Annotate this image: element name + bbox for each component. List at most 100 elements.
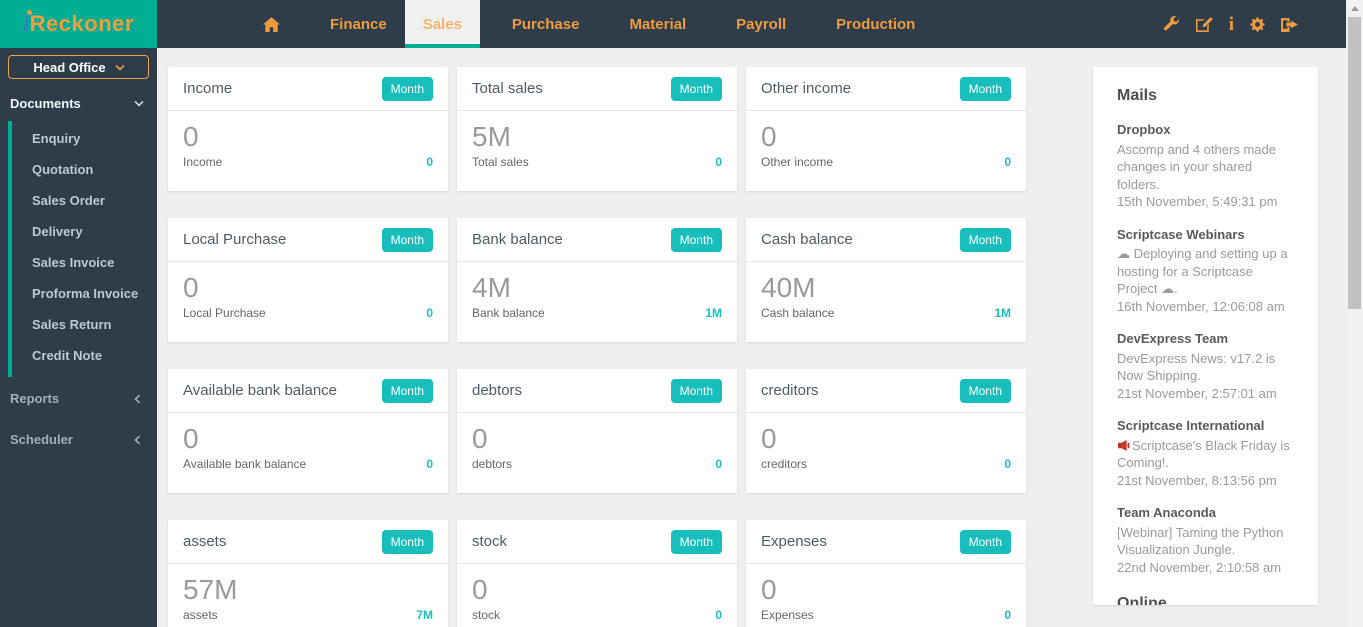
home-icon [263,17,280,32]
month-button[interactable]: Month [382,530,433,554]
month-button[interactable]: Month [671,228,722,252]
sidebar: iReckoner Head Office Documents Enquiry … [0,0,157,627]
metric-value: 0 [761,121,1011,153]
sidebar-section-documents[interactable]: Documents [0,85,157,121]
metric-label-row: assets 7M [183,608,433,622]
mail-item[interactable]: Team Anaconda [Webinar] Taming the Pytho… [1117,504,1294,576]
tools-button[interactable] [1163,16,1180,33]
month-button[interactable]: Month [671,77,722,101]
metric-card: creditors Month 0 creditors 0 [746,369,1026,493]
sidebar-section-scheduler[interactable]: Scheduler [0,420,157,459]
month-button[interactable]: Month [960,77,1011,101]
metric-value: 0 [761,423,1011,455]
mail-body-text: Scriptcase's Black Friday is Coming!. [1117,438,1290,471]
metric-label-row: Cash balance 1M [761,306,1011,320]
metric-card-body: 0 Income 0 [168,111,448,169]
metric-card: Income Month 0 Income 0 [168,67,448,191]
metric-label: Total sales [472,155,529,169]
month-button[interactable]: Month [960,228,1011,252]
signout-icon [1281,17,1298,32]
month-button[interactable]: Month [960,530,1011,554]
home-button[interactable] [245,0,298,48]
metric-card-header: Available bank balance Month [168,369,448,413]
settings-button[interactable] [1250,17,1265,32]
gear-icon [1250,17,1265,32]
month-button[interactable]: Month [671,379,722,403]
mail-sender: DevExpress Team [1117,330,1294,348]
metric-title: Cash balance [761,231,853,248]
metric-card-header: stock Month [457,520,737,564]
sidebar-item[interactable]: Proforma Invoice [12,278,157,309]
month-button[interactable]: Month [382,77,433,101]
page-scrollbar[interactable] [1346,0,1363,627]
metric-cards-grid: Income Month 0 Income 0 Total sales Mont… [168,67,1026,627]
metric-side-value: 1M [705,306,722,320]
app-logo: iReckoner [0,0,157,48]
sidebar-item[interactable]: Delivery [12,216,157,247]
mail-item[interactable]: Dropbox Ascomp and 4 others made changes… [1117,121,1294,211]
mail-item[interactable]: Scriptcase Webinars ☁ Deploying and sett… [1117,226,1294,316]
metric-side-value: 0 [715,155,722,169]
metric-label: Expenses [761,608,814,622]
mail-sender: Team Anaconda [1117,504,1294,522]
metric-label-row: Expenses 0 [761,608,1011,622]
info-button[interactable]: i [1229,15,1234,34]
mail-body: [Webinar] Taming the Python Visualizatio… [1117,524,1294,559]
metric-label: Cash balance [761,306,834,320]
month-button[interactable]: Month [671,530,722,554]
metric-card: Available bank balance Month 0 Available… [168,369,448,493]
metric-card-body: 0 stock 0 [457,564,737,622]
tab-finance[interactable]: Finance [312,0,405,48]
metric-side-value: 1M [994,306,1011,320]
metric-card-body: 0 Available bank balance 0 [168,413,448,471]
tab-sales[interactable]: Sales [405,0,480,48]
sidebar-item[interactable]: Sales Invoice [12,247,157,278]
metric-side-value: 0 [1004,155,1011,169]
sidebar-item[interactable]: Sales Return [12,309,157,340]
scrollbar-thumb[interactable] [1348,17,1361,309]
edit-icon [1196,17,1213,32]
arrow-up-icon [1351,6,1359,11]
metric-label-row: debtors 0 [472,457,722,471]
metric-value: 5M [472,121,722,153]
metric-card: Bank balance Month 4M Bank balance 1M [457,218,737,342]
metric-title: Income [183,80,232,97]
tab-payroll[interactable]: Payroll [718,0,804,48]
logo-text: Reckoner [30,11,134,37]
online-section-title: Online [1117,595,1294,605]
mail-item[interactable]: DevExpress Team DevExpress News: v17.2 i… [1117,330,1294,402]
mail-sender: Scriptcase Webinars [1117,226,1294,244]
mail-item[interactable]: Scriptcase International Scriptcase's Bl… [1117,417,1294,489]
metric-value: 0 [472,423,722,455]
sidebar-item[interactable]: Quotation [12,154,157,185]
tab-purchase[interactable]: Purchase [494,0,598,48]
metric-side-value: 0 [1004,608,1011,622]
metric-label: creditors [761,457,807,471]
sidebar-item[interactable]: Credit Note [12,340,157,371]
sidebar-item[interactable]: Sales Order [12,185,157,216]
metric-label-row: Local Purchase 0 [183,306,433,320]
metric-label-row: Bank balance 1M [472,306,722,320]
metric-label-row: stock 0 [472,608,722,622]
metric-label: Local Purchase [183,306,266,320]
month-button[interactable]: Month [960,379,1011,403]
scrollbar-up-button[interactable] [1346,0,1363,15]
reports-label: Reports [10,391,59,406]
metric-card: Local Purchase Month 0 Local Purchase 0 [168,218,448,342]
month-button[interactable]: Month [382,379,433,403]
metric-card: Other income Month 0 Other income 0 [746,67,1026,191]
main-content: Income Month 0 Income 0 Total sales Mont… [157,48,1346,627]
tab-material[interactable]: Material [611,0,704,48]
metric-title: creditors [761,382,819,399]
logout-button[interactable] [1281,17,1298,32]
month-button[interactable]: Month [382,228,433,252]
sidebar-section-reports[interactable]: Reports [0,379,157,418]
office-selector[interactable]: Head Office [8,55,149,79]
metric-label-row: Other income 0 [761,155,1011,169]
metric-card: Expenses Month 0 Expenses 0 [746,520,1026,627]
metric-card-header: Other income Month [746,67,1026,111]
sidebar-item[interactable]: Enquiry [12,123,157,154]
metric-card-header: Total sales Month [457,67,737,111]
tab-production[interactable]: Production [818,0,933,48]
edit-button[interactable] [1196,17,1213,32]
